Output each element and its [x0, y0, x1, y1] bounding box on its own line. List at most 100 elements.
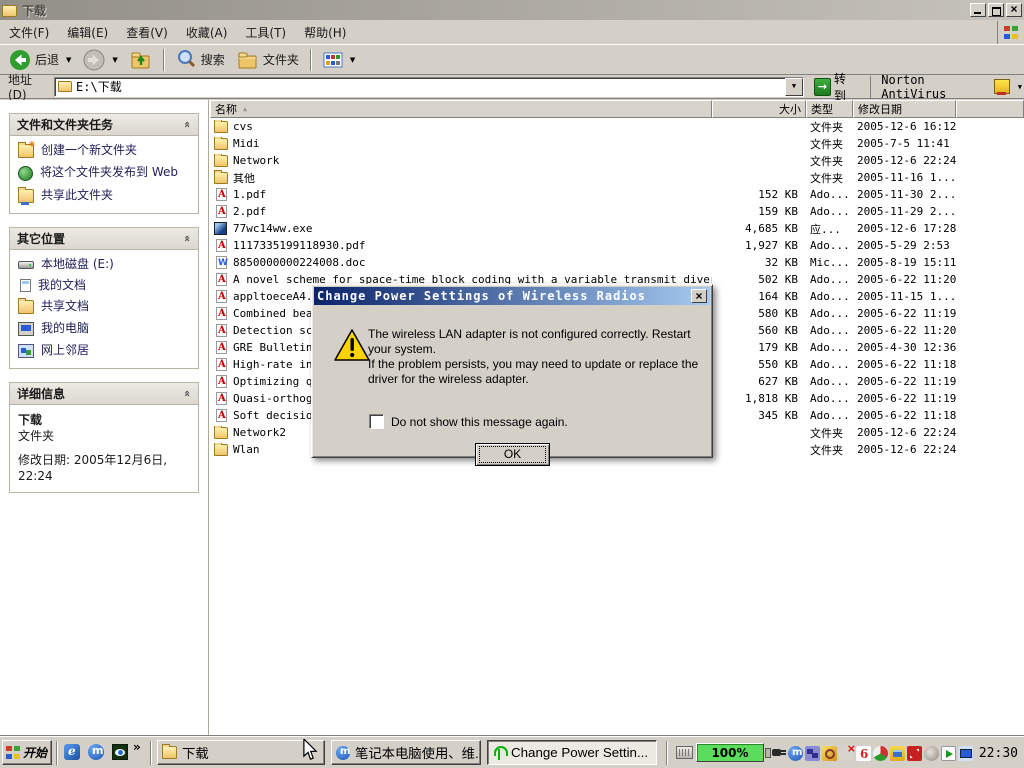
- sync-tool-tray-icon[interactable]: [907, 746, 922, 761]
- restore-button[interactable]: [988, 3, 1004, 17]
- chevron-up-icon[interactable]: «: [181, 390, 194, 397]
- dialog-close-button[interactable]: ×: [691, 289, 707, 303]
- forward-button[interactable]: [78, 47, 122, 73]
- file-row[interactable]: Midi文件夹2005-7-5 11:41: [210, 135, 1024, 152]
- maxthon-tray-icon[interactable]: [788, 746, 803, 761]
- chevron-up-icon[interactable]: «: [181, 235, 194, 242]
- chevron-up-icon[interactable]: «: [181, 121, 194, 128]
- input-method-tray-icon[interactable]: [890, 746, 905, 761]
- details-folder-kind: 文件夹: [18, 428, 192, 444]
- back-dropdown-icon[interactable]: [63, 53, 71, 67]
- folder-icon: [214, 121, 228, 133]
- back-button[interactable]: 后退: [4, 47, 76, 73]
- file-type: 应...: [806, 221, 853, 237]
- menu-item[interactable]: 收藏(A): [177, 21, 237, 44]
- dialog-titlebar[interactable]: Change Power Settings of Wireless Radios…: [314, 287, 710, 305]
- folder-icon: [214, 138, 228, 150]
- views-button[interactable]: [318, 49, 360, 71]
- sidebar-item-folder-share[interactable]: 共享此文件夹: [18, 188, 192, 203]
- media-player-tray-icon[interactable]: [873, 746, 888, 761]
- quick-launch-overflow-icon[interactable]: »: [133, 740, 141, 754]
- ok-button[interactable]: OK: [475, 443, 550, 466]
- download-manager-tray-icon[interactable]: [856, 746, 871, 761]
- search-icon: [176, 49, 197, 70]
- sidebar-item-computer[interactable]: 我的电脑: [18, 321, 192, 336]
- network-icon: [18, 344, 34, 358]
- desktop: 下载 文件(F)编辑(E)查看(V)收藏(A)工具(T)帮助(H) 后退: [0, 0, 1024, 768]
- task-button-2[interactable]: 笔记本电脑使用、维...: [331, 740, 481, 765]
- menu-item[interactable]: 查看(V): [117, 21, 177, 44]
- sidebar-item-network[interactable]: 网上邻居: [18, 343, 192, 358]
- sidebar-item-drive[interactable]: 本地磁盘 (E:): [18, 257, 192, 271]
- views-dropdown-icon[interactable]: [347, 53, 355, 67]
- mouse-cursor: [301, 739, 319, 761]
- battery-meter[interactable]: 100%: [696, 743, 764, 762]
- quick-launch-maxthon[interactable]: [86, 742, 106, 762]
- folder-icon: [162, 746, 177, 759]
- up-button[interactable]: [125, 48, 157, 72]
- menu-item[interactable]: 工具(T): [236, 21, 295, 44]
- address-input[interactable]: E:\下载 ▼: [54, 77, 804, 97]
- search-button[interactable]: 搜索: [171, 47, 230, 72]
- video-player-tray-icon[interactable]: [941, 746, 956, 761]
- clock[interactable]: 22:30: [979, 746, 1020, 761]
- file-row[interactable]: 1.pdf152 KBAdo...2005-11-30 2...: [210, 186, 1024, 203]
- forward-dropdown-icon[interactable]: [109, 53, 117, 67]
- minimize-button[interactable]: [970, 3, 986, 17]
- task-button-3[interactable]: Change Power Settin...: [487, 740, 657, 765]
- column-header-type[interactable]: 类型: [806, 100, 853, 118]
- network-places-tray-icon[interactable]: [805, 746, 820, 761]
- file-name: appltoeceA4.p: [233, 290, 319, 303]
- sidebar-item-mydocs[interactable]: 我的文档: [18, 278, 192, 292]
- quick-launch-mail[interactable]: [62, 742, 82, 762]
- folders-button[interactable]: 文件夹: [232, 48, 304, 72]
- column-header-name[interactable]: 名称: [210, 100, 712, 118]
- window-title: 下载: [22, 2, 46, 19]
- folder-icon: [214, 444, 228, 456]
- file-row[interactable]: cvs文件夹2005-12-6 16:12: [210, 118, 1024, 135]
- sidebar-item-folder-new[interactable]: 创建一个新文件夹: [18, 143, 192, 158]
- file-type: 文件夹: [806, 442, 853, 458]
- menu-item[interactable]: 编辑(E): [58, 21, 117, 44]
- folder-icon: [214, 155, 228, 167]
- norton-antivirus-toolbar[interactable]: Norton AntiVirus: [870, 76, 1022, 98]
- task-panel-header[interactable]: 文件和文件夹任务«: [10, 114, 198, 136]
- window-titlebar[interactable]: 下载: [0, 0, 1024, 20]
- file-size: 1,927 KB: [712, 239, 806, 252]
- dont-show-again-checkbox[interactable]: [369, 414, 384, 429]
- network-connection-tray-icon[interactable]: [958, 746, 973, 761]
- pdf-icon: [216, 188, 227, 201]
- search-tool-tray-icon[interactable]: [822, 746, 837, 761]
- volume-tray-icon[interactable]: [924, 746, 939, 761]
- battery-tip: [765, 748, 771, 758]
- file-type: Ado...: [806, 205, 853, 218]
- start-button[interactable]: 开始: [2, 740, 52, 765]
- file-type: 文件夹: [806, 425, 853, 441]
- sidebar-item-label: 将这个文件夹发布到 Web: [40, 165, 178, 179]
- quick-launch-viewer[interactable]: [110, 742, 130, 762]
- file-row[interactable]: 2.pdf159 KBAdo...2005-11-29 2...: [210, 203, 1024, 220]
- menu-item[interactable]: 帮助(H): [295, 21, 355, 44]
- address-dropdown-button[interactable]: ▼: [785, 78, 803, 96]
- task-panel-header[interactable]: 其它位置«: [10, 228, 198, 250]
- file-row[interactable]: 其他文件夹2005-11-16 1...: [210, 169, 1024, 186]
- column-header-date[interactable]: 修改日期: [853, 100, 956, 118]
- keyboard-layout-icon[interactable]: [676, 746, 693, 759]
- sidebar-item-globe[interactable]: 将这个文件夹发布到 Web: [18, 165, 192, 181]
- file-name: GRE Bulletin_: [233, 341, 319, 354]
- pdf-icon: [216, 375, 227, 388]
- sidebar-item-shareddocs[interactable]: 共享文档: [18, 299, 192, 314]
- mouse-disabled-tray-icon[interactable]: [839, 746, 854, 761]
- file-row[interactable]: 8850000000224008.doc32 KBMic...2005-8-19…: [210, 254, 1024, 271]
- file-row[interactable]: 77wc14ww.exe4,685 KB应...2005-12-6 17:28: [210, 220, 1024, 237]
- task-panel-header[interactable]: 详细信息«: [10, 383, 198, 405]
- column-header-size[interactable]: 大小: [712, 100, 806, 118]
- menu-item[interactable]: 文件(F): [0, 21, 58, 44]
- norton-dropdown-icon[interactable]: [1015, 80, 1022, 94]
- task-button-1[interactable]: 下载: [157, 740, 325, 765]
- file-date: 2005-11-30 2...: [853, 188, 956, 201]
- file-name: Network: [233, 154, 279, 167]
- file-row[interactable]: Network文件夹2005-12-6 22:24: [210, 152, 1024, 169]
- file-row[interactable]: 1117335199118930.pdf1,927 KBAdo...2005-5…: [210, 237, 1024, 254]
- close-button[interactable]: [1006, 3, 1022, 17]
